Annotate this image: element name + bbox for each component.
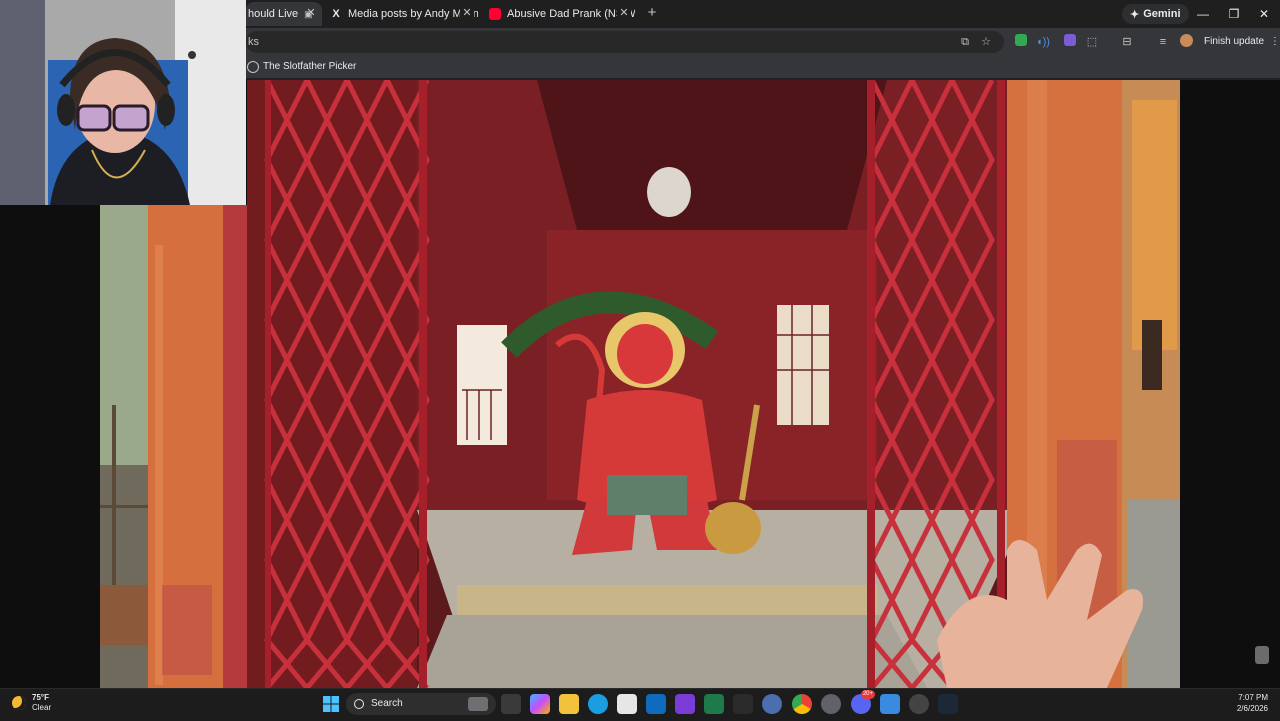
bookmark-star-icon[interactable]: ☆: [978, 34, 994, 50]
close-icon[interactable]: ✕: [460, 6, 474, 20]
chatgpt-icon[interactable]: [909, 694, 929, 714]
excel-icon[interactable]: [704, 694, 724, 714]
obs-icon[interactable]: [675, 694, 695, 714]
tab-active[interactable]: hould Live ▣ ✕: [246, 2, 322, 26]
edge-icon[interactable]: [588, 694, 608, 714]
task-view-icon[interactable]: [501, 694, 521, 714]
bookmark-item[interactable]: The Slotfather Picker: [247, 60, 356, 74]
close-icon[interactable]: ✕: [304, 6, 318, 20]
settings-gear-icon[interactable]: [821, 694, 841, 714]
search-label: Search: [371, 698, 403, 709]
address-bar[interactable]: ks: [246, 31, 1004, 53]
notification-badge: 20+: [860, 690, 875, 699]
steam-icon[interactable]: [938, 694, 958, 714]
capcut-icon[interactable]: [733, 694, 753, 714]
store-icon[interactable]: [617, 694, 637, 714]
close-window-icon[interactable]: ✕: [1256, 6, 1272, 22]
minimize-icon[interactable]: —: [1195, 6, 1211, 22]
new-tab-button[interactable]: +: [644, 5, 660, 21]
video-left-strip: [100, 205, 247, 688]
clock-date: 2/6/2026: [1236, 704, 1268, 713]
weather-temp: 75°F: [32, 693, 49, 702]
restore-icon[interactable]: ❐: [1226, 6, 1242, 22]
copilot-icon[interactable]: [530, 694, 550, 714]
tab-label: hould Live: [248, 8, 299, 20]
tab-label: Media posts by Andy Milonakis: [348, 8, 478, 20]
taskbar: [0, 688, 1280, 721]
extension-green-icon[interactable]: [1013, 34, 1029, 50]
search-highlight-icon: [468, 697, 488, 711]
ccleaner-icon[interactable]: [762, 694, 782, 714]
webcam-overlay: [0, 0, 246, 205]
address-text: ks: [248, 36, 259, 48]
youtube-icon: [489, 8, 501, 20]
tab-label: Abusive Dad Prank (NSFW) - Yo: [507, 8, 635, 20]
weather-widget[interactable]: 75°F Clear: [12, 693, 51, 713]
close-icon[interactable]: ✕: [617, 6, 631, 20]
audio-extension-icon[interactable]: ◖)): [1035, 34, 1051, 50]
install-app-icon[interactable]: ⧉: [957, 34, 973, 50]
windows-start-icon[interactable]: [321, 694, 341, 714]
tab-x-media[interactable]: X Media posts by Andy Milonakis ✕: [330, 2, 478, 26]
search-icon: [354, 699, 364, 709]
tab-youtube[interactable]: Abusive Dad Prank (NSFW) - Yo ✕: [489, 2, 635, 26]
finish-update-label: Finish update: [1204, 36, 1265, 47]
gemini-label: Gemini: [1143, 8, 1181, 20]
video-frame[interactable]: [247, 80, 1180, 688]
moon-icon: [12, 696, 26, 710]
chrome-icon[interactable]: [792, 694, 812, 714]
weather-condition: Clear: [32, 703, 52, 712]
floating-avatar-icon[interactable]: [1255, 646, 1269, 664]
menu-kebab-icon: ⋮: [1269, 36, 1280, 47]
snipping-tool-icon[interactable]: [880, 694, 900, 714]
discord-icon[interactable]: 20+: [851, 690, 875, 714]
system-clock[interactable]: 7:07 PM 2/6/2026: [1237, 692, 1268, 714]
outlook-icon[interactable]: [646, 694, 666, 714]
clock-time: 7:07 PM: [1238, 693, 1268, 702]
extensions-puzzle-icon[interactable]: ⬚: [1084, 34, 1100, 50]
reading-list-icon[interactable]: ≡: [1155, 34, 1171, 50]
finish-update-button[interactable]: Finish update ⋮: [1204, 33, 1280, 51]
sparkle-icon: ✦: [1130, 8, 1140, 21]
file-explorer-icon[interactable]: [559, 694, 579, 714]
profile-avatar-icon[interactable]: [1178, 34, 1194, 50]
globe-icon: [247, 61, 259, 73]
bookmark-label: The Slotfather Picker: [263, 61, 357, 72]
gemini-button[interactable]: ✦ Gemini: [1122, 4, 1189, 24]
x-logo-icon: X: [332, 8, 340, 20]
tab-search-icon[interactable]: ⊟: [1119, 34, 1135, 50]
taskbar-search[interactable]: Search: [346, 693, 496, 715]
extension-purple-icon[interactable]: [1062, 34, 1078, 50]
